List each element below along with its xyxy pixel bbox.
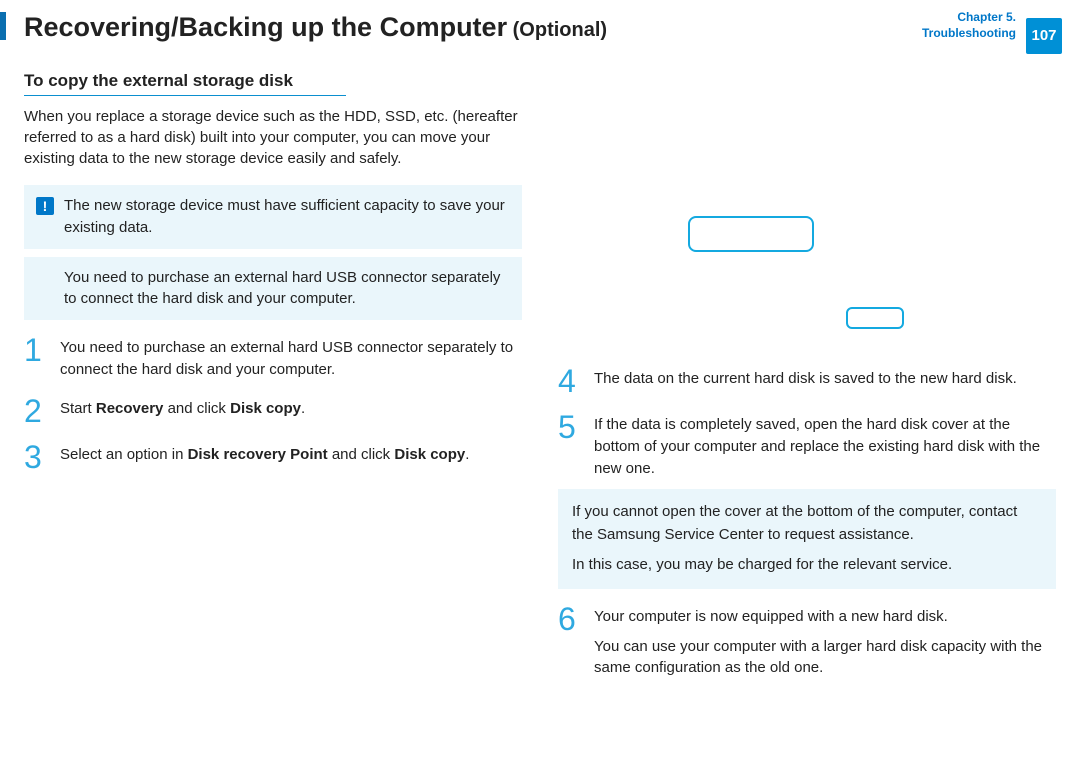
step-3: 3 Select an option in Disk recovery Poin…	[24, 441, 522, 473]
step-2: 2 Start Recovery and click Disk copy.	[24, 395, 522, 427]
step-4: 4 The data on the current hard disk is s…	[558, 365, 1056, 397]
step-6: 6 Your computer is now equipped with a n…	[558, 603, 1056, 687]
subheading: To copy the external storage disk	[24, 71, 522, 91]
step-number: 2	[24, 395, 48, 427]
alert-note-box: ! The new storage device must have suffi…	[24, 185, 522, 249]
service-note-p2: In this case, you may be charged for the…	[572, 554, 1042, 577]
info-note-text: You need to purchase an external hard US…	[64, 269, 500, 308]
service-note-box: If you cannot open the cover at the bott…	[558, 489, 1056, 589]
chapter-line1: Chapter 5.	[922, 10, 1016, 26]
alert-note-text: The new storage device must have suffici…	[64, 195, 510, 239]
step-body: Start Recovery and click Disk copy.	[60, 395, 305, 427]
page-number-badge: 107	[1026, 18, 1062, 54]
step-body: Select an option in Disk recovery Point …	[60, 441, 469, 473]
content-columns: To copy the external storage disk When y…	[0, 51, 1080, 691]
illustration-area	[558, 51, 1056, 351]
step-number: 3	[24, 441, 48, 473]
header-accent-bar	[0, 12, 6, 40]
chapter-block: Chapter 5. Troubleshooting 107	[922, 10, 1056, 41]
page-title: Recovering/Backing up the Computer (Opti…	[24, 12, 1056, 43]
step-number: 4	[558, 365, 582, 397]
service-note-p1: If you cannot open the cover at the bott…	[572, 501, 1042, 546]
highlight-box-lower	[846, 307, 904, 329]
right-column: 4 The data on the current hard disk is s…	[558, 71, 1056, 691]
step-body: You need to purchase an external hard US…	[60, 334, 522, 381]
info-note-box: You need to purchase an external hard US…	[24, 257, 522, 321]
step-body: If the data is completely saved, open th…	[594, 411, 1056, 479]
left-column: To copy the external storage disk When y…	[24, 71, 522, 691]
step-1: 1 You need to purchase an external hard …	[24, 334, 522, 381]
step-5: 5 If the data is completely saved, open …	[558, 411, 1056, 479]
step-body: The data on the current hard disk is sav…	[594, 365, 1017, 397]
title-optional: (Optional)	[507, 19, 607, 41]
step-number: 5	[558, 411, 582, 479]
intro-paragraph: When you replace a storage device such a…	[24, 106, 522, 169]
step-number: 1	[24, 334, 48, 381]
step-number: 6	[558, 603, 582, 687]
alert-icon: !	[36, 197, 54, 215]
subheading-underline	[24, 95, 346, 96]
page-header: Recovering/Backing up the Computer (Opti…	[0, 0, 1080, 51]
chapter-line2: Troubleshooting	[922, 26, 1016, 42]
highlight-box-upper	[688, 216, 814, 252]
step-body: Your computer is now equipped with a new…	[594, 603, 1056, 687]
title-main: Recovering/Backing up the Computer	[24, 12, 507, 42]
